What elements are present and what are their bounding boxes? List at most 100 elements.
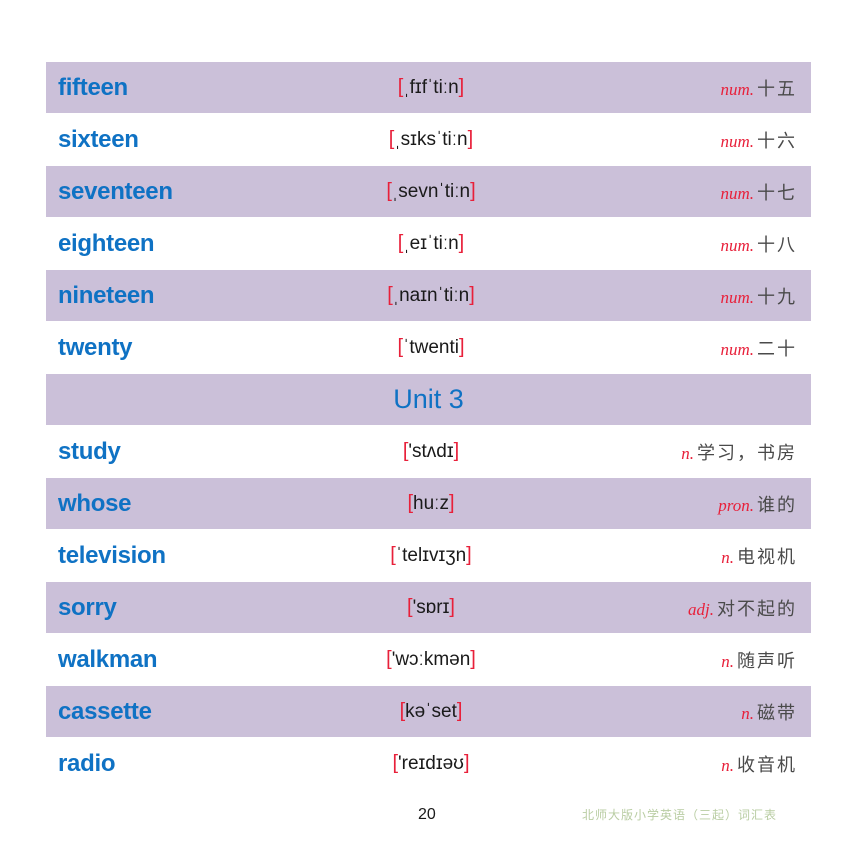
phonetic-text: ˌnaɪnˈtiːn (392, 285, 470, 306)
meaning: num. 二十 (720, 335, 797, 361)
phonetic: ['sɒrɪ] (346, 596, 516, 619)
meaning-text: 十五 (757, 78, 797, 100)
bracket-close: ] (470, 648, 476, 670)
word: twenty (58, 333, 133, 361)
table-row: study ['stʌdɪ] n. 学习，书房 (46, 426, 811, 478)
table-row: television [ˈtelɪvɪʒn] n. 电视机 (46, 530, 811, 582)
unit-heading: Unit 3 (393, 384, 464, 414)
part-of-speech: n. (721, 755, 734, 775)
word: sorry (58, 593, 117, 621)
phonetic: [ˌeɪˈtiːn] (346, 232, 516, 255)
meaning-text: 学习，书房 (697, 442, 797, 464)
meaning: n. 电视机 (721, 543, 797, 569)
word: fifteen (58, 73, 128, 101)
phonetic-text: ˈtelɪvɪʒn (395, 545, 467, 566)
word: seventeen (58, 177, 173, 205)
word: walkman (58, 645, 158, 673)
word: radio (58, 749, 116, 777)
table-row: walkman ['wɔːkmən] n. 随声听 (46, 634, 811, 686)
word: study (58, 437, 121, 465)
bracket-close: ] (458, 232, 465, 254)
part-of-speech: num. (720, 287, 754, 307)
meaning-text: 十八 (757, 234, 797, 256)
phonetic: ['reɪdɪəʊ] (346, 752, 516, 775)
part-of-speech: num. (720, 131, 754, 151)
bracket-close: ] (469, 284, 475, 306)
bracket-close: ] (470, 180, 476, 202)
phonetic-text: ˈtwenti (403, 337, 459, 358)
phonetic: [ˌsevnˈtiːn] (346, 180, 516, 203)
vocabulary-table: fifteen [ˌfɪfˈtiːn] num. 十五 sixteen [ˌsɪk… (46, 62, 811, 790)
phonetic-text: ˌeɪˈtiːn (403, 233, 459, 254)
word: television (58, 541, 166, 569)
phonetic: [ˌnaɪnˈtiːn] (346, 284, 516, 307)
meaning: num. 十五 (720, 75, 797, 101)
meaning-text: 十六 (757, 130, 797, 152)
table-row: radio ['reɪdɪəʊ] n. 收音机 (46, 738, 811, 790)
bracket-close: ] (456, 700, 463, 722)
phonetic: [ˌsɪksˈtiːn] (346, 128, 516, 151)
meaning-text: 十九 (757, 286, 797, 308)
word: whose (58, 489, 132, 517)
part-of-speech: n. (721, 651, 734, 671)
meaning-text: 谁的 (757, 494, 797, 516)
part-of-speech: adj. (688, 599, 714, 619)
word: eighteen (58, 229, 155, 257)
meaning: n. 收音机 (721, 751, 797, 777)
phonetic-text: 'wɔːkmən (391, 649, 471, 670)
word: cassette (58, 697, 152, 725)
part-of-speech: num. (720, 339, 754, 359)
phonetic-text: 'sɒrɪ (412, 597, 450, 618)
meaning-text: 对不起的 (717, 598, 797, 620)
phonetic: [ˈtelɪvɪʒn] (346, 544, 516, 567)
meaning: num. 十七 (720, 179, 797, 205)
meaning-text: 电视机 (737, 546, 797, 568)
phonetic: [ˈtwenti] (346, 336, 516, 359)
meaning: n. 磁带 (741, 699, 797, 725)
table-row: seventeen [ˌsevnˈtiːn] num. 十七 (46, 166, 811, 218)
part-of-speech: num. (720, 183, 754, 203)
table-row: sorry ['sɒrɪ] adj. 对不起的 (46, 582, 811, 634)
phonetic: ['wɔːkmən] (346, 648, 516, 671)
part-of-speech: num. (720, 235, 754, 255)
phonetic: ['stʌdɪ] (346, 440, 516, 463)
meaning: n. 学习，书房 (681, 439, 797, 465)
part-of-speech: num. (720, 79, 754, 99)
bracket-close: ] (458, 76, 465, 98)
phonetic-text: ˌsɪksˈtiːn (394, 129, 468, 150)
bracket-close: ] (453, 440, 460, 462)
table-row: eighteen [ˌeɪˈtiːn] num. 十八 (46, 218, 811, 270)
bracket-close: ] (467, 128, 474, 150)
phonetic: [ˌfɪfˈtiːn] (346, 76, 516, 99)
unit-header-row: Unit 3 (46, 374, 811, 426)
part-of-speech: pron. (718, 495, 754, 515)
meaning-text: 随声听 (737, 650, 797, 672)
table-row: nineteen [ˌnaɪnˈtiːn] num. 十九 (46, 270, 811, 322)
word: nineteen (58, 281, 155, 309)
part-of-speech: n. (721, 547, 734, 567)
phonetic-text: 'stʌdɪ (408, 441, 454, 462)
bracket-close: ] (448, 492, 455, 514)
meaning-text: 收音机 (737, 754, 797, 776)
book-title: 北师大版小学英语（三起）词汇表 (582, 808, 778, 822)
table-row: twenty [ˈtwenti] num. 二十 (46, 322, 811, 374)
table-row: whose [huːz] pron. 谁的 (46, 478, 811, 530)
phonetic-text: kəˈset (405, 701, 457, 722)
meaning-text: 二十 (757, 338, 797, 360)
phonetic-text: 'reɪdɪəʊ (398, 753, 464, 774)
bracket-close: ] (463, 752, 470, 774)
phonetic-text: ˌfɪfˈtiːn (403, 77, 459, 98)
word: sixteen (58, 125, 139, 153)
bracket-close: ] (458, 336, 465, 358)
meaning: adj. 对不起的 (688, 595, 797, 621)
meaning: num. 十六 (720, 127, 797, 153)
table-row: sixteen [ˌsɪksˈtiːn] num. 十六 (46, 114, 811, 166)
phonetic: [huːz] (346, 492, 516, 515)
bracket-close: ] (466, 544, 472, 566)
page-number: 20 (418, 806, 436, 823)
part-of-speech: n. (681, 443, 694, 463)
part-of-speech: n. (741, 703, 754, 723)
table-row: cassette [kəˈset] n. 磁带 (46, 686, 811, 738)
phonetic-text: ˌsevnˈtiːn (391, 181, 471, 202)
meaning: pron. 谁的 (718, 491, 797, 517)
